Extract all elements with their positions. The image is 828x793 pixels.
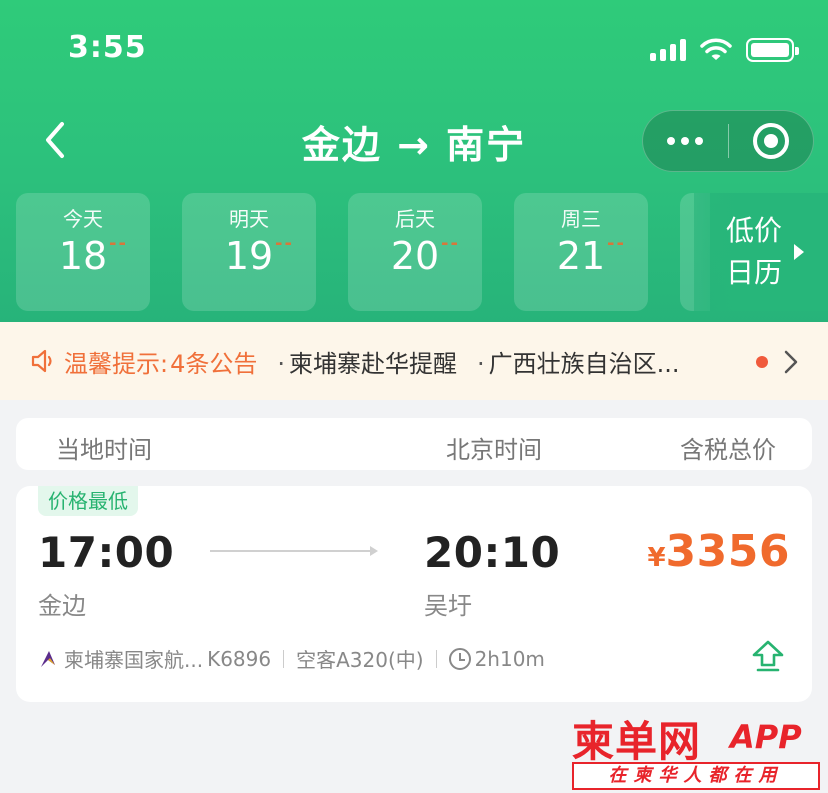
notice-item[interactable]: 广西壮族自治区... xyxy=(477,344,680,379)
low-price-calendar-line2: 日历 xyxy=(725,256,782,289)
close-mini-program-icon xyxy=(752,123,789,159)
flight-price: ¥3356 xyxy=(647,526,790,577)
chevron-right-icon[interactable] xyxy=(782,348,800,376)
date-tab-number: 19 xyxy=(224,234,274,278)
divider xyxy=(435,649,437,668)
date-tab-day: 今天 xyxy=(63,207,103,231)
watermark-app-text: APP xyxy=(730,718,802,756)
watermark: 柬单网 APP 在柬华人都在用 xyxy=(572,708,822,790)
date-tab-tomorrow[interactable]: 明天 19 -- xyxy=(182,193,316,311)
header: 3:55 金边 → 南宁 今天 18 -- 明天 19 -- 后天 20 -- … xyxy=(0,0,828,322)
airline-name: 柬埔寨国家航... xyxy=(64,648,204,672)
notice-label: 温馨提示: xyxy=(64,349,169,378)
divider xyxy=(283,649,285,668)
column-header: 当地时间 北京时间 含税总价 xyxy=(16,418,812,470)
date-tab-today[interactable]: 今天 18 -- xyxy=(16,193,150,311)
date-tab-price: -- xyxy=(109,233,128,254)
column-total-price: 含税总价 xyxy=(680,436,776,464)
flight-number: K6896 xyxy=(207,646,272,671)
column-local-time: 当地时间 xyxy=(56,436,152,464)
date-tab-day: 后天 xyxy=(395,207,435,231)
clock-icon xyxy=(448,647,471,670)
notice-count: 4条公告 xyxy=(170,349,258,378)
watermark-logo-text: 柬单网 xyxy=(572,717,702,766)
date-tab-day: 周三 xyxy=(561,207,601,231)
date-tab-day-after[interactable]: 后天 20 -- xyxy=(348,193,482,311)
flight-info-row: 柬埔寨国家航... K6896 空客A320(中) 2h10m xyxy=(38,644,545,673)
date-tab-number: 18 xyxy=(58,234,108,278)
status-time: 3:55 xyxy=(68,30,147,65)
column-beijing-time: 北京时间 xyxy=(446,436,542,464)
speaker-icon xyxy=(31,349,52,373)
status-icons xyxy=(650,36,799,64)
more-icon[interactable] xyxy=(643,111,728,171)
battery-icon xyxy=(746,38,799,62)
date-tab-price: -- xyxy=(275,233,294,254)
departure-city: 金边 xyxy=(38,592,86,620)
date-tab-number: 20 xyxy=(390,234,440,278)
close-mini-program-button[interactable] xyxy=(729,111,814,171)
date-tab-price: -- xyxy=(607,233,626,254)
share-icon[interactable] xyxy=(750,638,786,674)
date-tab-price: -- xyxy=(441,233,460,254)
arrival-city: 吴圩 xyxy=(424,592,472,620)
caret-right-icon xyxy=(794,244,804,260)
signal-icon xyxy=(650,39,686,61)
currency-symbol: ¥ xyxy=(647,543,666,573)
airline-logo-icon xyxy=(41,650,55,667)
notice-item[interactable]: 柬埔寨赴华提醒 xyxy=(277,344,457,379)
unread-dot xyxy=(756,356,768,368)
watermark-slogan: 在柬华人都在用 xyxy=(572,762,820,790)
notice-bar[interactable]: 温馨提示: 4条公告 柬埔寨赴华提醒 广西壮族自治区... xyxy=(0,322,828,400)
flight-card[interactable]: 价格最低 17:00 金边 20:10 吴圩 ¥3356 柬埔寨国家航... K… xyxy=(16,486,812,702)
flight-arrow xyxy=(210,546,378,556)
low-price-calendar-line1: 低价 xyxy=(725,214,782,247)
arrival-time: 20:10 xyxy=(424,528,561,577)
date-tab-number: 21 xyxy=(556,234,606,278)
aircraft-type: 空客A320(中) xyxy=(296,648,424,672)
date-tab-wednesday[interactable]: 周三 21 -- xyxy=(514,193,648,311)
departure-time: 17:00 xyxy=(38,528,175,577)
date-tab-day: 明天 xyxy=(229,207,269,231)
lowest-price-badge: 价格最低 xyxy=(38,486,138,516)
flight-duration: 2h10m xyxy=(474,646,545,671)
price-value: 3356 xyxy=(665,526,790,577)
wifi-icon xyxy=(700,38,732,60)
low-price-calendar-button[interactable]: 低价 日历 xyxy=(694,193,828,311)
mini-program-capsule xyxy=(642,110,814,172)
